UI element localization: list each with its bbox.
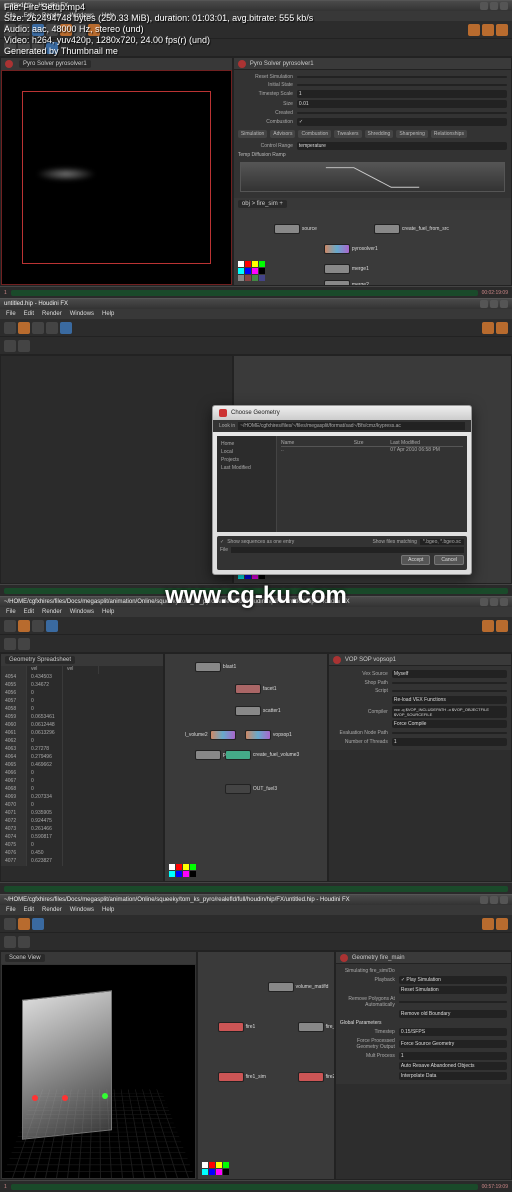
watermark: www.cg-ku.com — [165, 582, 347, 610]
autosleep-checkbox[interactable]: Auto Resave Abandoned Objects — [399, 1062, 507, 1070]
initial-state-label: Initial State — [238, 82, 293, 88]
geometry-spreadsheet[interactable]: velvel40540.43450340550.3467240560405704… — [1, 666, 163, 881]
accept-button[interactable]: Accept — [401, 555, 430, 565]
shelf-toolbar[interactable] — [0, 319, 512, 337]
menubar[interactable]: FileEditRenderWindowsHelp — [0, 309, 512, 319]
force-compile-button[interactable]: Force Compile — [392, 720, 507, 728]
geometry-plane — [22, 990, 112, 1139]
pin-icon[interactable] — [238, 60, 246, 68]
viewport-tab[interactable]: Scene View — [5, 954, 45, 962]
timeline-track[interactable] — [11, 290, 478, 296]
size-label: Size — [238, 101, 293, 107]
timestep-label: Timestep Scale — [238, 91, 293, 97]
reset-sim-button[interactable] — [297, 76, 507, 78]
cancel-button[interactable]: Cancel — [434, 555, 464, 565]
dialog-titlebar[interactable]: Choose Geometry — [213, 406, 471, 420]
reload-vex-button[interactable]: Re-load VEX Functions — [392, 696, 507, 704]
vop-parameter-panel: Vex SourceMyself Shop Path Script Re-loa… — [329, 666, 511, 750]
shelf-toolbar-2[interactable] — [0, 337, 512, 355]
created-label: Created — [238, 110, 293, 116]
param-subtabs[interactable]: Simulation Advisors Combustion Tweakers … — [238, 130, 507, 138]
3d-viewport[interactable] — [1, 964, 196, 1179]
created-field[interactable] — [297, 112, 507, 114]
empty-spreadsheet[interactable] — [1, 356, 232, 583]
size-field[interactable]: 0.01 — [297, 100, 507, 108]
initial-state-field[interactable] — [297, 84, 507, 86]
timestep-field[interactable]: 0.15/SFPS — [399, 1028, 507, 1036]
timeline[interactable] — [0, 882, 512, 894]
pin-icon[interactable] — [5, 60, 13, 68]
control-range-label: Control Range — [238, 143, 293, 149]
network-view[interactable]: volume_mat/fd fire1 fire_obj fire1_sim f… — [198, 952, 334, 1179]
shelf-tool-icon[interactable] — [468, 24, 480, 36]
fire-volume-preview — [36, 167, 96, 181]
houdini-window-3: ~/HOME/cgfxhires/files/Docs/megasplit/an… — [0, 596, 512, 894]
timeline[interactable]: 1 00:02:19:09 — [0, 286, 512, 298]
remove-poly-field[interactable] — [399, 1001, 507, 1003]
mult-field[interactable]: 1 — [399, 1052, 507, 1060]
threads-field[interactable]: 1 — [392, 738, 507, 746]
timestep-field[interactable]: 1 — [297, 90, 507, 98]
reset-sim-label: Reset Simulation — [238, 74, 293, 80]
color-swatches[interactable] — [202, 1162, 229, 1175]
compiler-field[interactable]: vcc -q $VOP_INCLUDEPATH -o $VOP_OBJECTFI… — [392, 706, 507, 718]
combustion-checkbox[interactable]: ✓ — [297, 118, 507, 126]
file-chooser-dialog[interactable]: Choose Geometry Look in ~/HOME/cgfxhires… — [212, 405, 472, 575]
force-geo-field[interactable]: Force Source Geometry — [399, 1040, 507, 1048]
timeline[interactable]: 1 00:57:19:09 — [0, 1180, 512, 1192]
houdini-window-4: ~/HOME/cgfxhires/files/Docs/megasplit/an… — [0, 894, 512, 1192]
color-swatches[interactable] — [169, 864, 196, 877]
handle-point[interactable] — [62, 1095, 68, 1101]
shop-path-field[interactable] — [392, 682, 507, 684]
play-sim-checkbox[interactable]: ✓ Play Simulation — [399, 976, 507, 984]
titlebar[interactable]: untitled.hip - Houdini FX — [0, 299, 512, 309]
handle-point[interactable] — [102, 1093, 108, 1099]
shelf-tool-icon[interactable] — [496, 24, 508, 36]
ramp-widget[interactable] — [240, 162, 505, 192]
eval-path-field[interactable] — [392, 732, 507, 734]
close-icon[interactable] — [219, 409, 227, 417]
houdini-window-2: untitled.hip - Houdini FX FileEditRender… — [0, 298, 512, 596]
remove-boundary-field[interactable]: Remove old Boundary — [399, 1010, 507, 1018]
interp-checkbox[interactable]: Interpolate Data — [399, 1072, 507, 1080]
color-swatches[interactable] — [238, 261, 265, 281]
solver-tab[interactable]: Pyro Solver pyrosolver1 — [19, 60, 91, 68]
network-view[interactable]: source create_fuel_from_src pyrosolver1 … — [234, 210, 511, 285]
maximize-button[interactable] — [490, 2, 498, 10]
dialog-sidebar[interactable]: Home Local Projects Last Modified — [217, 436, 277, 532]
seq-checkbox[interactable]: Show sequences as one entry — [227, 539, 294, 545]
3d-viewport[interactable] — [1, 70, 232, 285]
dialog-file-list[interactable]: NameSizeLast Modified ..07 Apr 2010 06:5… — [277, 436, 467, 532]
handle-point[interactable] — [32, 1095, 38, 1101]
network-view[interactable]: blast1 facet1 scatter1 l_volume2 vopsop1… — [165, 654, 327, 881]
filename-field[interactable] — [231, 547, 464, 553]
sim-parameter-panel: Simulating fire_sim/Do Playback✓ Play Si… — [336, 964, 511, 1084]
vex-source-field[interactable]: Myself — [392, 670, 507, 678]
combustion-label: Combustion — [238, 119, 293, 125]
shelf-tool-icon[interactable] — [482, 24, 494, 36]
parameter-panel: Reset Simulation Initial State Timestep … — [234, 70, 511, 198]
script-field[interactable] — [392, 690, 507, 692]
reset-sim-button[interactable]: Reset Simulation — [399, 986, 507, 994]
close-button[interactable] — [500, 2, 508, 10]
pin-icon[interactable] — [340, 954, 348, 962]
file-metadata: File: Fire Setup.mp4 Size: 262494748 byt… — [4, 2, 313, 57]
network-tabs[interactable]: obj > fire_sim + — [234, 198, 511, 210]
minimize-button[interactable] — [480, 2, 488, 10]
control-field[interactable]: temperature — [297, 142, 507, 150]
remap-label: Temp Diffusion Ramp — [238, 152, 507, 158]
lookin-field[interactable]: ~/HOME/cgfxhires/files/~/files/megasplit… — [238, 422, 465, 430]
parameter-header[interactable]: Pyro Solver pyrosolver1 — [234, 58, 511, 70]
viewport-tabs[interactable]: Pyro Solver pyrosolver1 — [1, 58, 232, 70]
filter-field[interactable]: *.bgeo, *.bgeo.sc — [420, 539, 464, 545]
pin-icon[interactable] — [333, 656, 341, 664]
